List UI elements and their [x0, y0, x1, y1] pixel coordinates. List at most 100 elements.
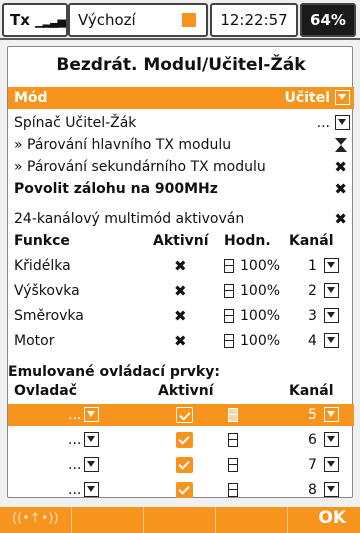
- col-ovladac: Ovladač: [14, 383, 78, 399]
- control-value: ...: [68, 482, 82, 498]
- chevron-down-icon[interactable]: [335, 115, 350, 130]
- ok-label: OK: [318, 508, 346, 528]
- switch-value: ...: [316, 115, 330, 131]
- chevron-down-icon[interactable]: [84, 407, 99, 422]
- chevron-down-icon[interactable]: [324, 308, 339, 323]
- softkey-1[interactable]: ((•↑•)): [0, 507, 72, 533]
- emulated-channel: 7: [308, 457, 317, 473]
- tx-label: Tx: [10, 11, 30, 29]
- control-value: ...: [68, 457, 82, 473]
- function-value[interactable]: 100%: [240, 305, 280, 327]
- screen: Tx ▁▂▃▅ Výchozí 12:22:57 64% Bezdrát. Mo…: [0, 0, 360, 533]
- chevron-down-icon[interactable]: [324, 482, 339, 497]
- function-value[interactable]: 100%: [240, 280, 280, 302]
- setting-label: Povolit zálohu na 900MHz: [14, 181, 218, 197]
- cross-icon[interactable]: ✖: [334, 156, 347, 178]
- cross-icon[interactable]: ✖: [334, 178, 347, 200]
- value-bar-icon: [228, 458, 238, 472]
- softkey-3[interactable]: [144, 507, 216, 533]
- col-hodn: Hodn.: [224, 233, 271, 249]
- chevron-down-icon[interactable]: [84, 482, 99, 497]
- col-kanal: Kanál: [289, 233, 334, 249]
- status-indicator-icon: [182, 13, 196, 27]
- chevron-down-icon[interactable]: [324, 258, 339, 273]
- function-row[interactable]: Výškovka ✖ 100% 2: [8, 280, 354, 302]
- page-title: Bezdrát. Modul/Učitel-Žák: [56, 55, 306, 75]
- control-value: ...: [68, 432, 82, 448]
- setting-label: » Párování hlavního TX modulu: [14, 137, 232, 153]
- functions-header: Funkce Aktivní Hodn. Kanál: [8, 230, 354, 252]
- checkbox-checked-icon[interactable]: [176, 432, 193, 448]
- cross-icon[interactable]: ✖: [174, 305, 187, 327]
- cross-icon[interactable]: ✖: [174, 255, 187, 277]
- value-bar-icon: [228, 483, 238, 497]
- ok-button[interactable]: OK: [288, 507, 360, 533]
- softkey-4[interactable]: [216, 507, 288, 533]
- emulated-channel: 6: [308, 432, 317, 448]
- chevron-down-icon[interactable]: [324, 283, 339, 298]
- value-bar-icon: [224, 284, 234, 298]
- function-value[interactable]: 100%: [240, 255, 280, 277]
- wireless-icon: ((•↑•)): [12, 511, 59, 526]
- function-channel: 3: [308, 308, 317, 324]
- mode-value: Učitel: [284, 90, 330, 106]
- emulated-row[interactable]: ... 5: [8, 404, 354, 426]
- tx-signal-indicator: Tx ▁▂▃▅: [2, 3, 68, 37]
- pair-secondary-tx-row[interactable]: » Párování sekundárního TX modulu ✖: [8, 156, 354, 178]
- value-bar-icon: [224, 309, 234, 323]
- main-panel: Bezdrát. Modul/Učitel-Žák Mód Učitel Spí…: [7, 46, 354, 501]
- clock: 12:22:57: [210, 3, 298, 37]
- setting-label: » Párování sekundárního TX modulu: [14, 159, 266, 175]
- control-value: ...: [68, 407, 82, 423]
- setting-label: 24-kanálový multimód aktivován: [14, 211, 245, 227]
- function-row[interactable]: Směrovka ✖ 100% 3: [8, 305, 354, 327]
- checkbox-checked-icon[interactable]: [176, 407, 193, 423]
- checkbox-checked-icon[interactable]: [176, 482, 193, 498]
- setting-label: Spínač Učitel-Žák: [14, 115, 137, 131]
- function-row[interactable]: Motor ✖ 100% 4: [8, 330, 354, 352]
- value-bar-icon: [228, 433, 238, 447]
- col-aktivni: Aktivní: [153, 233, 209, 249]
- function-name: Směrovka: [14, 308, 84, 324]
- status-bar: Tx ▁▂▃▅ Výchozí 12:22:57 64%: [0, 0, 360, 40]
- emulated-row[interactable]: ... 8: [8, 479, 354, 501]
- function-row[interactable]: Křidélka ✖ 100% 1: [8, 255, 354, 277]
- function-name: Výškovka: [14, 283, 80, 299]
- emulated-channel: 8: [308, 482, 317, 498]
- chevron-down-icon[interactable]: [324, 432, 339, 447]
- chevron-down-icon[interactable]: [324, 333, 339, 348]
- pair-main-tx-row[interactable]: » Párování hlavního TX modulu: [8, 134, 354, 156]
- value-bar-icon: [228, 408, 238, 422]
- chevron-down-icon[interactable]: [84, 457, 99, 472]
- col-funkce: Funkce: [14, 233, 70, 249]
- checkbox-checked-icon[interactable]: [176, 457, 193, 473]
- teacher-student-switch-row[interactable]: Spínač Učitel-Žák ...: [8, 112, 354, 134]
- function-name: Motor: [14, 333, 55, 349]
- battery-indicator: 64%: [300, 3, 356, 37]
- function-name: Křidélka: [14, 258, 71, 274]
- softkey-2[interactable]: [72, 507, 144, 533]
- chevron-down-icon[interactable]: [84, 432, 99, 447]
- cross-icon[interactable]: ✖: [174, 280, 187, 302]
- hourglass-icon: [335, 138, 347, 152]
- value-bar-icon: [224, 334, 234, 348]
- emulated-channel: 5: [308, 407, 317, 423]
- function-channel: 4: [308, 333, 317, 349]
- function-channel: 1: [308, 258, 317, 274]
- emulated-row[interactable]: ... 7: [8, 454, 354, 476]
- mode-label: Mód: [14, 90, 48, 106]
- function-value[interactable]: 100%: [240, 330, 280, 352]
- multimode-24ch-row[interactable]: 24-kanálový multimód aktivován ✖: [8, 208, 354, 230]
- chevron-down-icon[interactable]: [324, 457, 339, 472]
- col-kanal: Kanál: [289, 383, 334, 399]
- enable-900mhz-backup-row[interactable]: Povolit zálohu na 900MHz ✖: [8, 178, 354, 200]
- emulated-header: Ovladač Aktivní Kanál: [8, 380, 354, 402]
- bottom-softkey-bar: ((•↑•)) OK: [0, 507, 360, 533]
- chevron-down-icon[interactable]: [335, 90, 350, 105]
- value-bar-icon: [224, 259, 234, 273]
- chevron-down-icon[interactable]: [324, 407, 339, 422]
- emulated-row[interactable]: ... 6: [8, 429, 354, 451]
- mode-row[interactable]: Mód Učitel: [8, 87, 354, 109]
- cross-icon[interactable]: ✖: [334, 208, 347, 230]
- cross-icon[interactable]: ✖: [174, 330, 187, 352]
